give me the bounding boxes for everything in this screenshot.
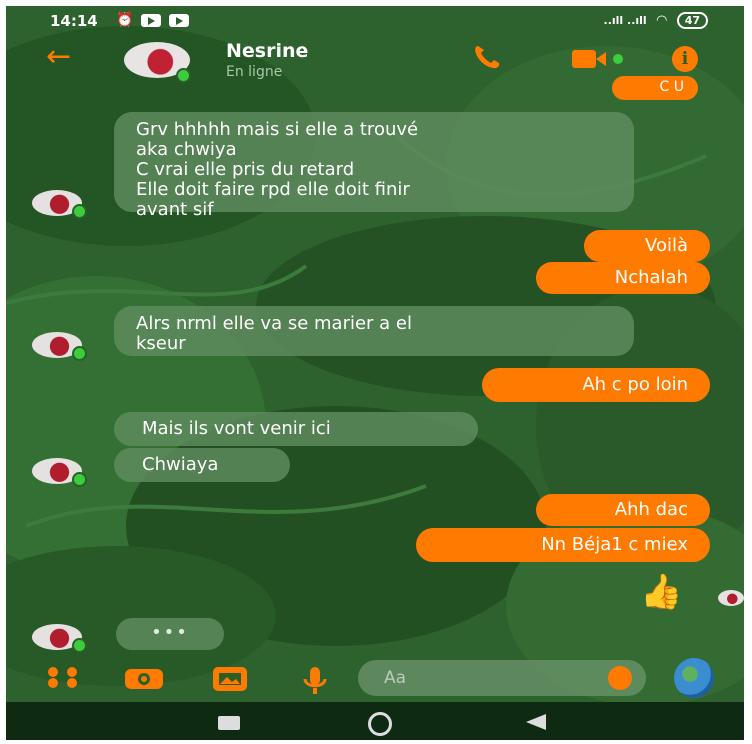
message-outgoing-9[interactable]: Nn Béja1 c miex [416, 528, 710, 562]
camera-icon[interactable] [124, 666, 164, 690]
info-icon[interactable]: i [672, 46, 698, 72]
message-input-placeholder: Aa [384, 668, 407, 688]
home-button[interactable] [368, 712, 392, 736]
message-outgoing-2[interactable]: Voilà [584, 230, 710, 262]
status-time: 14:14 [50, 12, 98, 30]
presence-status: En ligne [226, 64, 283, 80]
message-composer: Aa [6, 656, 744, 700]
message-outgoing-8[interactable]: Ahh dac [536, 494, 710, 526]
microphone-icon[interactable] [300, 666, 330, 696]
apps-icon[interactable] [46, 666, 84, 688]
notification-icons: ⏰ [116, 12, 190, 28]
alarm-off-icon: ⏰ [116, 12, 134, 28]
video-icon[interactable] [572, 50, 624, 68]
back-button[interactable] [526, 714, 546, 730]
seen-avatar [718, 590, 744, 606]
contact-name[interactable]: Nesrine [226, 40, 308, 62]
phone-icon[interactable] [472, 44, 502, 70]
online-indicator [176, 68, 191, 83]
globe-icon[interactable] [674, 658, 714, 698]
messenger-screen: 14:14 ⏰ ..ıll ..ıll ◠ 47 ← Nesrine En li… [6, 6, 744, 740]
online-indicator [72, 638, 87, 653]
online-indicator [72, 346, 87, 361]
youtube-icon-2 [169, 13, 190, 27]
message-incoming-7[interactable]: Chwiaya [114, 448, 290, 482]
message-incoming-6[interactable]: Mais ils vont venir ici [114, 412, 478, 446]
emoji-icon[interactable] [608, 666, 632, 690]
arrow-left-icon[interactable]: ← [46, 42, 71, 72]
online-indicator [72, 472, 87, 487]
android-nav-bar [6, 702, 744, 740]
message-input[interactable]: Aa [358, 660, 646, 696]
message-incoming-1[interactable]: Grv hhhhh mais si elle a trouvé aka chwi… [114, 112, 634, 220]
message-outgoing-partial[interactable]: C U [612, 76, 698, 100]
message-incoming-4[interactable]: Alrs nrml elle va se marier a el kseur [114, 306, 634, 356]
wifi-icon: ◠ [656, 13, 667, 28]
system-icons: ..ıll ..ıll ◠ 47 [604, 12, 708, 29]
status-bar: 14:14 ⏰ ..ıll ..ıll ◠ 47 [6, 6, 744, 34]
typing-indicator: ••• [116, 618, 224, 650]
signal-icon: ..ıll ..ıll [603, 14, 647, 27]
recent-apps-button[interactable] [218, 716, 240, 730]
message-outgoing-3[interactable]: Nchalah [536, 262, 710, 294]
message-outgoing-5[interactable]: Ah c po loin [482, 368, 710, 402]
online-indicator [72, 204, 87, 219]
battery-indicator: 47 [676, 12, 708, 29]
gallery-icon[interactable] [212, 666, 248, 692]
youtube-icon [141, 13, 162, 27]
thumbs-up-message[interactable]: 👍 [640, 572, 682, 612]
